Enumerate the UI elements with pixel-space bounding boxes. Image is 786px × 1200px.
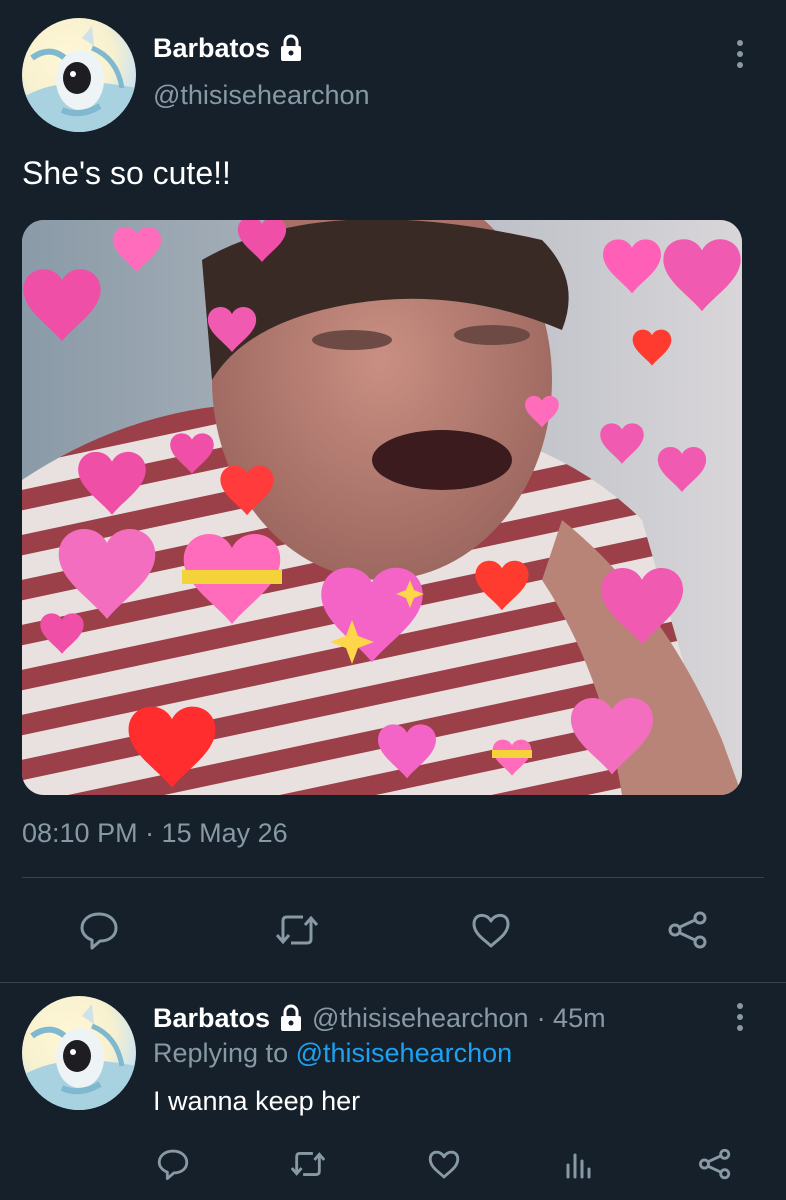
reply-button[interactable] <box>78 909 120 951</box>
author-name-row: Barbatos <box>153 31 304 65</box>
author-name[interactable]: Barbatos <box>153 33 270 64</box>
like-button[interactable] <box>469 909 513 951</box>
reply-header-row: Barbatos @thisisehearchon · 45m <box>153 1001 606 1035</box>
reply-retweet-button[interactable] <box>288 1147 328 1181</box>
author-handle[interactable]: @thisisehearchon <box>153 80 370 111</box>
tweet-media-image[interactable] <box>22 220 742 795</box>
reply-reply-button[interactable] <box>156 1147 190 1181</box>
kebab-icon <box>737 40 743 46</box>
retweet-icon <box>275 915 319 945</box>
reply-analytics-button[interactable] <box>563 1147 595 1181</box>
reply-icon <box>157 1149 189 1180</box>
lock-icon <box>278 34 304 62</box>
replying-to-line: Replying to @thisisehearchon <box>153 1038 512 1069</box>
reply-text: I wanna keep her <box>153 1086 361 1116</box>
author-avatar[interactable] <box>22 18 136 132</box>
meme-picture <box>22 220 742 795</box>
tweet-text: She's so cute!! <box>22 155 231 191</box>
share-icon <box>699 1148 731 1180</box>
reply-like-button[interactable] <box>426 1147 462 1181</box>
reply-age: · 45m <box>536 1002 606 1033</box>
share-icon <box>668 911 707 949</box>
reply-author-name[interactable]: Barbatos <box>153 1003 270 1034</box>
like-icon <box>428 1150 460 1179</box>
share-button[interactable] <box>666 909 710 951</box>
more-options-button[interactable] <box>735 40 745 68</box>
lock-icon <box>278 1004 304 1032</box>
analytics-icon <box>566 1153 591 1179</box>
replying-to-handle-link[interactable]: @thisisehearchon <box>296 1038 513 1068</box>
reply-author-handle[interactable]: @thisisehearchon <box>312 1003 529 1034</box>
reply-more-options-button[interactable] <box>735 1003 745 1031</box>
tweet-timestamp[interactable]: 08:10 PM · 15 May 26 <box>22 818 288 849</box>
reply-share-button[interactable] <box>697 1147 733 1181</box>
divider-bottom <box>0 982 786 983</box>
reply-author-avatar[interactable] <box>22 996 136 1110</box>
retweet-icon <box>290 1152 326 1176</box>
divider-top <box>22 877 764 878</box>
like-icon <box>472 913 510 948</box>
kebab-icon <box>737 1003 743 1009</box>
reply-icon <box>80 912 118 950</box>
retweet-button[interactable] <box>273 909 321 951</box>
replying-to-label: Replying to <box>153 1038 289 1068</box>
